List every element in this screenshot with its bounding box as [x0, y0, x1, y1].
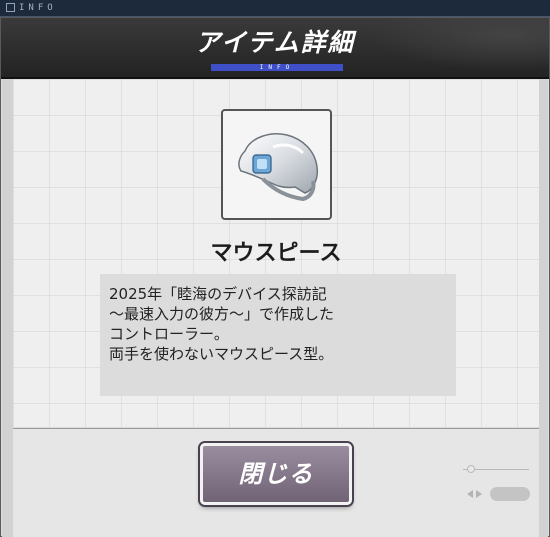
- description-line: コントローラー。: [109, 325, 229, 343]
- page-indicator-pill: [490, 487, 530, 501]
- arrow-left-icon[interactable]: [467, 490, 473, 498]
- dialog-header: アイテム詳細 INFO: [1, 18, 549, 79]
- arrow-right-icon[interactable]: [476, 490, 482, 498]
- item-detail-dialog: アイテム詳細 INFO マウスピース 2025年「睦海のデバイス探訪記 ～最速入…: [0, 17, 550, 537]
- top-info-strip: INFO: [0, 0, 550, 17]
- description-line: ～最速入力の彼方～」で作成した: [109, 305, 335, 323]
- top-strip-label: INFO: [19, 3, 57, 13]
- slider-knob[interactable]: [467, 465, 475, 473]
- close-button-label: 閉じる: [238, 460, 314, 488]
- description-line: 2025年「睦海のデバイス探訪記: [109, 285, 327, 303]
- item-name: マウスピース: [210, 241, 342, 266]
- page-control: [463, 465, 531, 505]
- close-button[interactable]: 閉じる: [200, 443, 352, 505]
- mouthpiece-icon: [238, 133, 319, 202]
- dialog-subtitle: INFO: [259, 64, 295, 71]
- dialog-title: アイテム詳細: [195, 28, 355, 57]
- item-icon-frame: [221, 109, 332, 220]
- description-line: 両手を使わないマウスピース型。: [109, 345, 334, 363]
- dialog-footer: 閉じる: [13, 429, 539, 537]
- left-frame-border: [2, 79, 13, 537]
- item-description-box: 2025年「睦海のデバイス探訪記 ～最速入力の彼方～」で作成した コントローラー…: [100, 274, 456, 396]
- item-info-panel: マウスピース 2025年「睦海のデバイス探訪記 ～最速入力の彼方～」で作成した …: [13, 79, 539, 427]
- info-square-icon: [6, 3, 15, 12]
